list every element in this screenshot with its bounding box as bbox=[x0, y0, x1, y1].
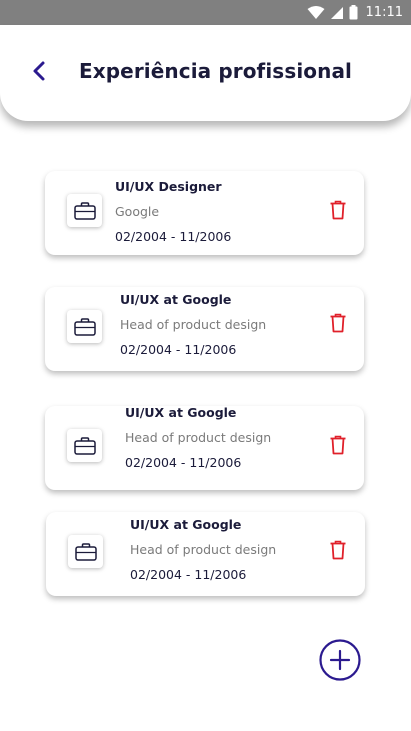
experience-title: UI/UX at Google bbox=[125, 405, 237, 420]
experience-title: UI/UX at Google bbox=[130, 517, 242, 532]
experience-company: Head of product design bbox=[120, 317, 267, 332]
status-bar: 11:11 bbox=[0, 0, 411, 25]
battery-icon bbox=[349, 5, 358, 20]
plus-circle-icon bbox=[319, 639, 361, 681]
briefcase-icon-box bbox=[67, 429, 102, 462]
experience-company: Head of product design bbox=[125, 430, 272, 445]
experience-title: UI/UX at Google bbox=[120, 292, 232, 307]
status-icons: 11:11 bbox=[307, 4, 403, 21]
experience-dates: 02/2004 - 11/2006 bbox=[115, 229, 232, 244]
experience-title: UI/UX Designer bbox=[115, 179, 222, 194]
experience-card[interactable]: UI/UX at Google Head of product design 0… bbox=[46, 512, 365, 596]
trash-icon[interactable] bbox=[329, 540, 347, 560]
wifi-icon bbox=[307, 5, 325, 19]
trash-icon[interactable] bbox=[329, 313, 347, 333]
briefcase-icon bbox=[73, 317, 96, 336]
experience-dates: 02/2004 - 11/2006 bbox=[120, 342, 237, 357]
signal-icon bbox=[330, 6, 343, 19]
experience-card[interactable]: UI/UX at Google Head of product design 0… bbox=[45, 287, 364, 371]
briefcase-icon bbox=[73, 201, 96, 220]
trash-icon[interactable] bbox=[329, 200, 347, 220]
experience-dates: 02/2004 - 11/2006 bbox=[130, 567, 247, 582]
briefcase-icon-box bbox=[68, 535, 103, 568]
chevron-left-icon bbox=[33, 61, 45, 81]
page-title: Experiência profissional bbox=[79, 59, 353, 83]
experience-company: Google bbox=[115, 204, 160, 219]
status-time: 11:11 bbox=[365, 5, 403, 20]
briefcase-icon bbox=[74, 542, 97, 561]
back-button[interactable] bbox=[30, 60, 48, 82]
briefcase-icon-box bbox=[67, 310, 102, 343]
experience-card[interactable]: UI/UX Designer Google 02/2004 - 11/2006 bbox=[45, 171, 364, 255]
experience-card[interactable]: UI/UX at Google Head of product design 0… bbox=[45, 405, 364, 490]
app-header: Experiência profissional bbox=[0, 25, 411, 121]
experience-company: Head of product design bbox=[130, 542, 277, 557]
add-experience-button[interactable] bbox=[319, 639, 361, 681]
experience-dates: 02/2004 - 11/2006 bbox=[125, 455, 242, 470]
briefcase-icon-box bbox=[67, 194, 102, 227]
briefcase-icon bbox=[73, 436, 96, 455]
trash-icon[interactable] bbox=[329, 435, 347, 455]
